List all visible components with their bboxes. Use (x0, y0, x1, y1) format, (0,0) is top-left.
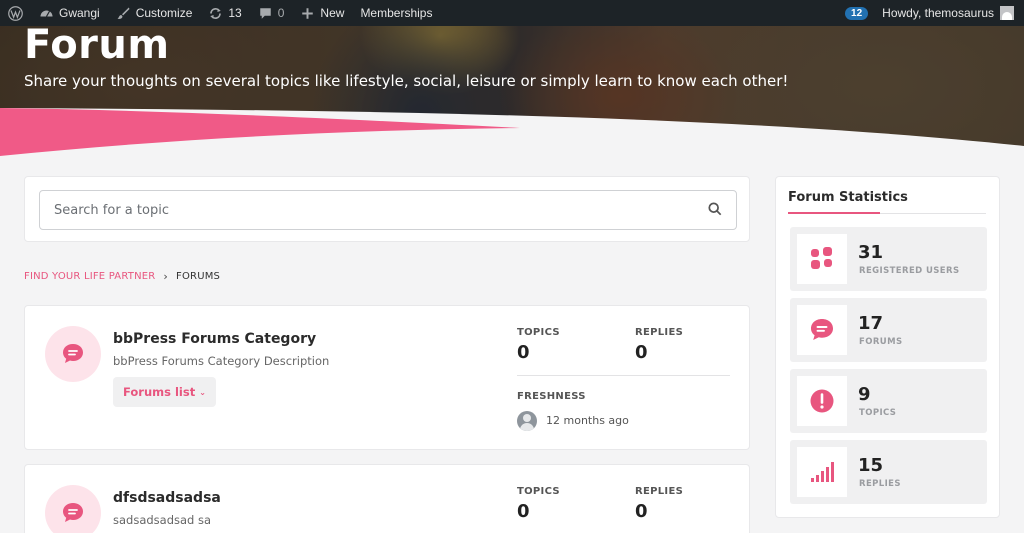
stat-label: FORUMS (859, 337, 903, 347)
search-input[interactable] (54, 202, 708, 218)
comment-icon (259, 7, 271, 19)
search-card (24, 176, 750, 242)
widget-title-accent (788, 212, 880, 214)
stat-label: REPLIES (859, 479, 901, 489)
forum-title-link[interactable]: bbPress Forums Category (113, 331, 316, 347)
comments-link[interactable]: 0 (250, 0, 293, 26)
replies-label: REPLIES (635, 486, 684, 497)
account-greeting[interactable]: Howdy, themosaurus (882, 6, 994, 20)
wordpress-logo-menu[interactable] (0, 0, 31, 26)
topics-count: 0 (517, 501, 530, 522)
stat-label: TOPICS (859, 408, 897, 418)
forum-description: bbPress Forums Category Description (113, 354, 330, 368)
page-title: Forum (24, 26, 170, 68)
stat-value: 31 (858, 242, 884, 263)
updates-icon (210, 7, 222, 19)
stat-label: REGISTERED USERS (859, 266, 960, 276)
forums-list-dropdown[interactable]: Forums list ⌄ (113, 377, 216, 407)
widget-title: Forum Statistics (788, 190, 908, 205)
alert-icon (797, 376, 847, 426)
page-subtitle: Share your thoughts on several topics li… (24, 72, 789, 90)
forum-description: sadsadsadsad sa (113, 513, 212, 527)
memberships-link[interactable]: Memberships (352, 0, 440, 26)
stat-value: 17 (858, 313, 884, 334)
page-hero: Forum Share your thoughts on several top… (0, 26, 1024, 156)
breadcrumb-current: FORUMS (176, 271, 221, 282)
admin-bar: Gwangi Customize 13 0 New Memberships 12… (0, 0, 1024, 26)
stat-replies: 15 REPLIES (790, 440, 987, 504)
freshness-label: FRESHNESS (517, 391, 586, 402)
stat-registered-users: 31 REGISTERED USERS (790, 227, 987, 291)
notifications-badge[interactable]: 12 (845, 6, 869, 20)
search-form (39, 190, 737, 230)
author-avatar-icon[interactable] (517, 411, 537, 431)
forum-title-link[interactable]: dfsdsadsadsa (113, 490, 221, 506)
stat-forums: 17 FORUMS (790, 298, 987, 362)
replies-count: 0 (635, 342, 648, 363)
user-avatar-icon[interactable] (1000, 6, 1014, 20)
forum-statistics-widget: Forum Statistics 31 REGISTERED USERS 17 … (775, 176, 1000, 518)
forum-card: bbPress Forums Category bbPress Forums C… (24, 305, 750, 450)
chat-bubble-icon (797, 305, 847, 355)
breadcrumb-separator: › (163, 270, 169, 283)
forum-card: dfsdsadsadsa sadsadsadsad sa TOPICS 0 RE… (24, 464, 750, 533)
plus-icon (302, 7, 314, 19)
customize-label: Customize (135, 6, 193, 20)
chevron-down-icon: ⌄ (199, 387, 206, 397)
stats-divider (517, 375, 730, 376)
topics-label: TOPICS (517, 327, 560, 338)
replies-count: 0 (635, 501, 648, 522)
new-label: New (320, 6, 345, 20)
breadcrumb-home-link[interactable]: FIND YOUR LIFE PARTNER (24, 271, 155, 282)
site-name: Gwangi (59, 6, 100, 20)
users-icon (797, 234, 847, 284)
paintbrush-icon (117, 7, 130, 19)
topics-label: TOPICS (517, 486, 560, 497)
signal-bars-icon (797, 447, 847, 497)
wordpress-icon (8, 5, 23, 21)
stat-topics: 9 TOPICS (790, 369, 987, 433)
forum-chat-icon (45, 326, 101, 382)
topics-count: 0 (517, 342, 530, 363)
updates-link[interactable]: 13 (200, 0, 249, 26)
customize-link[interactable]: Customize (108, 0, 201, 26)
freshness-time-link[interactable]: 12 months ago (546, 414, 629, 427)
hero-wave-decoration (0, 108, 1024, 156)
updates-count: 13 (228, 6, 242, 20)
site-name-menu[interactable]: Gwangi (31, 0, 108, 26)
comments-count: 0 (277, 6, 285, 20)
forum-chat-icon (45, 485, 101, 533)
stat-value: 15 (858, 455, 884, 476)
dashboard-gauge-icon (40, 10, 53, 17)
memberships-label: Memberships (360, 6, 433, 20)
search-icon[interactable] (708, 201, 722, 220)
forums-list-label: Forums list (123, 385, 196, 399)
breadcrumb: FIND YOUR LIFE PARTNER › FORUMS (24, 270, 220, 283)
new-content-menu[interactable]: New (292, 0, 352, 26)
stat-value: 9 (858, 384, 871, 405)
replies-label: REPLIES (635, 327, 684, 338)
